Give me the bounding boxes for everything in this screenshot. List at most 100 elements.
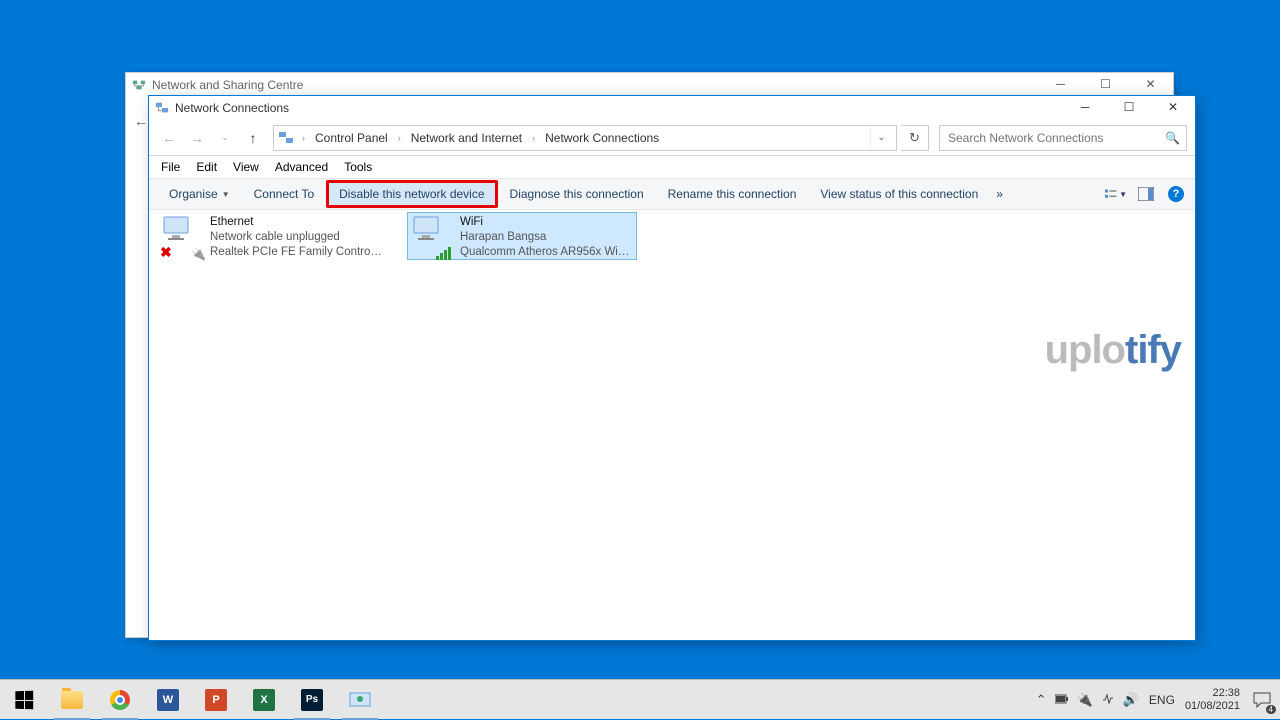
- address-breadcrumb[interactable]: › Control Panel › Network and Internet ›…: [273, 125, 897, 151]
- organise-label: Organise: [169, 187, 218, 201]
- window-title: Network Connections: [175, 101, 289, 115]
- ethernet-status: Network cable unplugged: [210, 230, 382, 245]
- ethernet-icon: ✖ 🔌: [162, 215, 204, 259]
- chevron-right-icon[interactable]: ›: [528, 133, 539, 143]
- menu-advanced[interactable]: Advanced: [267, 158, 336, 176]
- menu-bar: File Edit View Advanced Tools: [149, 156, 1195, 178]
- control-panel-icon: [349, 691, 371, 709]
- network-connections-icon: [155, 101, 169, 115]
- search-input[interactable]: [940, 126, 1186, 150]
- tray-date: 01/08/2021: [1185, 700, 1240, 713]
- help-icon: ?: [1168, 186, 1184, 202]
- tray-power-icon[interactable]: 🔌: [1077, 692, 1093, 708]
- taskbar[interactable]: W P X Ps ⌃ 🔌 🔊 ENG 22:38 01/08/2021: [0, 679, 1280, 719]
- connections-pane[interactable]: ✖ 🔌 Ethernet Network cable unplugged Rea…: [149, 210, 1195, 262]
- forward-button[interactable]: →: [185, 126, 209, 150]
- crumb-network-internet[interactable]: Network and Internet: [407, 129, 526, 147]
- more-commands-button[interactable]: »: [990, 183, 1009, 205]
- connection-ethernet[interactable]: ✖ 🔌 Ethernet Network cable unplugged Rea…: [157, 212, 387, 260]
- ethernet-text: Ethernet Network cable unplugged Realtek…: [210, 215, 382, 257]
- search-box[interactable]: 🔍: [939, 125, 1187, 151]
- history-dropdown[interactable]: ⌄: [213, 126, 237, 150]
- watermark-b: tify: [1125, 328, 1181, 372]
- view-options-button[interactable]: ▼: [1105, 183, 1127, 205]
- wifi-name: WiFi: [460, 215, 632, 230]
- rename-connection-button[interactable]: Rename this connection: [656, 183, 809, 205]
- menu-edit[interactable]: Edit: [188, 158, 225, 176]
- wifi-icon: [412, 215, 454, 259]
- chevron-right-icon[interactable]: ›: [298, 133, 309, 143]
- chrome-icon: [110, 690, 130, 710]
- tray-action-center[interactable]: 4: [1250, 688, 1274, 712]
- plug-icon: 🔌: [191, 247, 206, 261]
- wifi-adapter: Qualcomm Atheros AR956x Wirel...: [460, 245, 632, 257]
- tray-network-icon[interactable]: [1101, 692, 1115, 707]
- minimize-button[interactable]: ─: [1063, 96, 1107, 118]
- organise-button[interactable]: Organise ▼: [157, 183, 242, 205]
- taskbar-excel[interactable]: X: [240, 680, 288, 720]
- tray-overflow-icon[interactable]: ⌃: [1036, 692, 1047, 708]
- connect-to-button[interactable]: Connect To: [242, 183, 327, 205]
- tray-volume-icon[interactable]: 🔊: [1123, 692, 1139, 708]
- cmdbar-right: ▼ ?: [1105, 183, 1187, 205]
- chevron-down-icon: ▼: [222, 190, 230, 199]
- notification-count: 4: [1266, 705, 1276, 714]
- back-button[interactable]: ←: [157, 126, 181, 150]
- network-connections-window: Network Connections ─ ☐ ✕ ← → ⌄ ↑ › Cont…: [148, 95, 1196, 641]
- start-button[interactable]: [0, 680, 48, 720]
- taskbar-chrome[interactable]: [96, 680, 144, 720]
- crumb-network-connections[interactable]: Network Connections: [541, 129, 663, 147]
- maximize-button[interactable]: ☐: [1107, 96, 1151, 118]
- taskbar-powerpoint[interactable]: P: [192, 680, 240, 720]
- bg-minimize-button[interactable]: ─: [1038, 73, 1083, 95]
- address-dropdown[interactable]: ⌄: [870, 126, 892, 150]
- powerpoint-icon: P: [205, 689, 227, 711]
- view-status-button[interactable]: View status of this connection: [808, 183, 990, 205]
- signal-bars-icon: [436, 247, 451, 260]
- close-button[interactable]: ✕: [1151, 96, 1195, 118]
- tray-language[interactable]: ENG: [1149, 693, 1175, 707]
- photoshop-icon: Ps: [301, 689, 323, 711]
- preview-pane-button[interactable]: [1135, 183, 1157, 205]
- menu-file[interactable]: File: [153, 158, 188, 176]
- disable-network-device-button[interactable]: Disable this network device: [326, 180, 497, 208]
- taskbar-right: ⌃ 🔌 🔊 ENG 22:38 01/08/2021 4: [1036, 680, 1280, 719]
- menu-tools[interactable]: Tools: [336, 158, 380, 176]
- watermark-a: uplo: [1045, 328, 1125, 372]
- diagnose-connection-button[interactable]: Diagnose this connection: [498, 183, 656, 205]
- bg-window-title: Network and Sharing Centre: [152, 78, 303, 92]
- excel-icon: X: [253, 689, 275, 711]
- help-button[interactable]: ?: [1165, 183, 1187, 205]
- connection-wifi[interactable]: WiFi Harapan Bangsa Qualcomm Atheros AR9…: [407, 212, 637, 260]
- chevron-down-icon: ▼: [1119, 190, 1127, 199]
- taskbar-photoshop[interactable]: Ps: [288, 680, 336, 720]
- taskbar-control-panel[interactable]: [336, 680, 384, 720]
- ethernet-name: Ethernet: [210, 215, 382, 230]
- wifi-ssid: Harapan Bangsa: [460, 230, 632, 245]
- command-bar: Organise ▼ Connect To Disable this netwo…: [149, 178, 1195, 210]
- refresh-button[interactable]: ↻: [901, 125, 929, 151]
- fg-titlebar[interactable]: Network Connections ─ ☐ ✕: [149, 96, 1195, 120]
- chevron-right-icon[interactable]: ›: [394, 133, 405, 143]
- network-center-icon: [132, 78, 146, 92]
- bg-maximize-button[interactable]: ☐: [1083, 73, 1128, 95]
- menu-view[interactable]: View: [225, 158, 267, 176]
- tray-time: 22:38: [1185, 687, 1240, 700]
- system-tray[interactable]: ⌃ 🔌 🔊: [1036, 692, 1139, 708]
- nav-row: ← → ⌄ ↑ › Control Panel › Network and In…: [149, 120, 1195, 156]
- taskbar-left: W P X Ps: [0, 680, 384, 719]
- search-icon[interactable]: 🔍: [1165, 131, 1180, 145]
- tray-battery-icon[interactable]: [1055, 692, 1069, 707]
- watermark: uplotify: [1045, 328, 1181, 373]
- bg-back-arrow[interactable]: ←: [134, 113, 148, 129]
- ethernet-adapter: Realtek PCIe FE Family Controller: [210, 245, 382, 257]
- up-button[interactable]: ↑: [241, 126, 265, 150]
- folder-icon: [61, 691, 83, 709]
- bg-close-button[interactable]: ✕: [1128, 73, 1173, 95]
- crumb-control-panel[interactable]: Control Panel: [311, 129, 392, 147]
- taskbar-file-explorer[interactable]: [48, 680, 96, 720]
- taskbar-word[interactable]: W: [144, 680, 192, 720]
- bg-window-controls: ─ ☐ ✕: [1038, 73, 1173, 95]
- word-icon: W: [157, 689, 179, 711]
- tray-clock[interactable]: 22:38 01/08/2021: [1185, 687, 1240, 713]
